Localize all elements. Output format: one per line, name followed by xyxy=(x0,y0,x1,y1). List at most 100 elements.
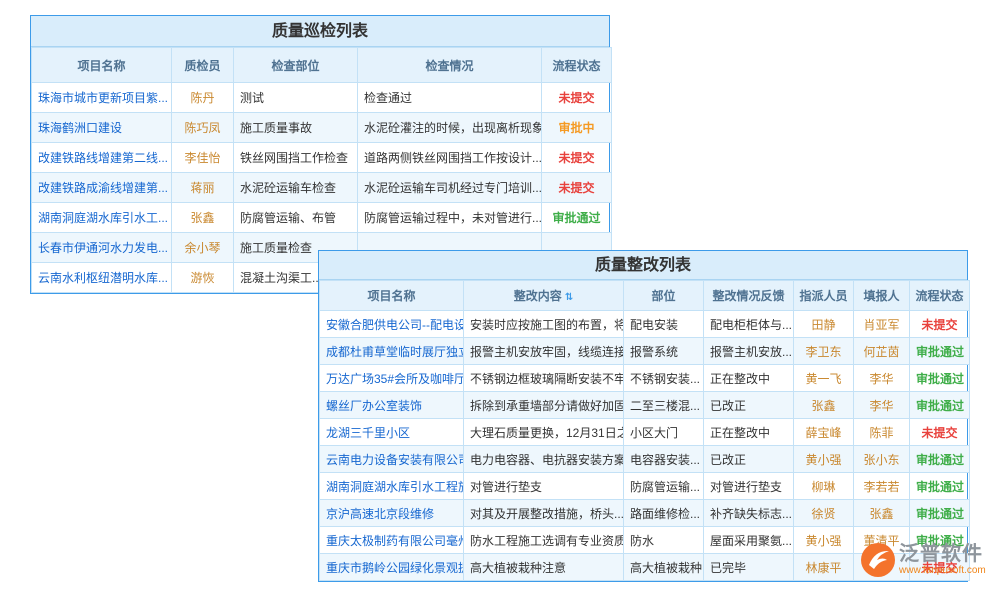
reporter-cell[interactable]: 李若若 xyxy=(854,473,910,500)
status-cell: 审批通过 xyxy=(910,365,970,392)
header-row: 项目名称质检员检查部位检查情况流程状态 xyxy=(32,48,612,83)
assignee-cell[interactable]: 柳琳 xyxy=(794,473,854,500)
inspection-list-title: 质量巡检列表 xyxy=(31,16,609,47)
part-cell: 小区大门 xyxy=(624,419,704,446)
column-header-label: 部位 xyxy=(651,289,675,303)
table-row[interactable]: 珠海市城市更新项目紫...陈丹测试检查通过未提交 xyxy=(32,83,612,113)
status-cell: 审批中 xyxy=(542,113,612,143)
inspector-cell[interactable]: 李佳怡 xyxy=(172,143,234,173)
inspector-cell[interactable]: 余小琴 xyxy=(172,233,234,263)
table-row[interactable]: 安徽合肥供电公司--配电设备...安装时应按施工图的布置，将...配电安装配电柜… xyxy=(320,311,970,338)
page: { "logo": { "brand": "泛普软件", "url": "www… xyxy=(0,0,1000,600)
rectify-content-cell: 不锈钢边框玻璃隔断安装不牢... xyxy=(464,365,624,392)
column-header-label: 整改情况反馈 xyxy=(712,289,784,303)
column-header-label: 整改内容 xyxy=(514,289,562,303)
feedback-cell: 补齐缺失标志... xyxy=(704,500,794,527)
status-cell: 审批通过 xyxy=(910,500,970,527)
column-header-label: 项目名称 xyxy=(367,289,415,303)
inspect-result-cell: 水泥砼灌注的时候，出现离析现象 xyxy=(358,113,542,143)
rectify-content-cell: 电力电容器、电抗器安装方案,... xyxy=(464,446,624,473)
inspect-part-cell: 测试 xyxy=(234,83,358,113)
table-row[interactable]: 云南电力设备安装有限公司20...电力电容器、电抗器安装方案,...电容器安装.… xyxy=(320,446,970,473)
inspect-result-cell: 防腐管运输过程中，未对管进行... xyxy=(358,203,542,233)
assignee-cell[interactable]: 田静 xyxy=(794,311,854,338)
table-row[interactable]: 湖南洞庭湖水库引水工程施工...对管进行垫支防腐管运输...对管进行垫支柳琳李若… xyxy=(320,473,970,500)
rectify-content-cell: 防水工程施工选调有专业资质... xyxy=(464,527,624,554)
assignee-cell[interactable]: 黄小强 xyxy=(794,527,854,554)
column-header-1: 质检员 xyxy=(172,48,234,83)
assignee-cell[interactable]: 李卫东 xyxy=(794,338,854,365)
project-name-cell[interactable]: 重庆太极制药有限公司毫州中... xyxy=(320,527,464,554)
column-header-2: 部位 xyxy=(624,281,704,311)
table-row[interactable]: 改建铁路线增建第二线...李佳怡铁丝网围挡工作检查道路两侧铁丝网围挡工作按设计.… xyxy=(32,143,612,173)
project-name-cell[interactable]: 珠海市城市更新项目紫... xyxy=(32,83,172,113)
inspector-cell[interactable]: 游恢 xyxy=(172,263,234,293)
rectify-content-cell: 安装时应按施工图的布置，将... xyxy=(464,311,624,338)
project-name-cell[interactable]: 京沪高速北京段维修 xyxy=(320,500,464,527)
project-name-cell[interactable]: 成都杜甫草堂临时展厅独立展... xyxy=(320,338,464,365)
assignee-cell[interactable]: 张鑫 xyxy=(794,392,854,419)
header-row: 项目名称整改内容⇅部位整改情况反馈指派人员填报人流程状态 xyxy=(320,281,970,311)
table-row[interactable]: 珠海鹤洲口建设陈巧凤施工质量事故水泥砼灌注的时候，出现离析现象审批中 xyxy=(32,113,612,143)
project-name-cell[interactable]: 重庆市鹅岭公园绿化景观提升... xyxy=(320,554,464,581)
part-cell: 电容器安装... xyxy=(624,446,704,473)
rectify-content-cell: 拆除到承重墙部分请做好加固... xyxy=(464,392,624,419)
fanpu-logo-icon xyxy=(860,542,896,578)
inspector-cell[interactable]: 陈丹 xyxy=(172,83,234,113)
rectify-content-cell: 高大植被栽种注意 xyxy=(464,554,624,581)
reporter-cell[interactable]: 陈菲 xyxy=(854,419,910,446)
column-header-3: 检查情况 xyxy=(358,48,542,83)
project-name-cell[interactable]: 湖南洞庭湖水库引水工... xyxy=(32,203,172,233)
project-name-cell[interactable]: 改建铁路线增建第二线... xyxy=(32,143,172,173)
inspector-cell[interactable]: 张鑫 xyxy=(172,203,234,233)
reporter-cell[interactable]: 何芷茵 xyxy=(854,338,910,365)
project-name-cell[interactable]: 龙湖三千里小区 xyxy=(320,419,464,446)
table-row[interactable]: 万达广场35#会所及咖啡厅空...不锈钢边框玻璃隔断安装不牢...不锈钢安装..… xyxy=(320,365,970,392)
part-cell: 高大植被栽种 xyxy=(624,554,704,581)
table-row[interactable]: 龙湖三千里小区大理石质量更换，12月31日之...小区大门正在整改中薛宝峰陈菲未… xyxy=(320,419,970,446)
part-cell: 配电安装 xyxy=(624,311,704,338)
assignee-cell[interactable]: 黄一飞 xyxy=(794,365,854,392)
feedback-cell: 正在整改中 xyxy=(704,365,794,392)
table-row[interactable]: 湖南洞庭湖水库引水工...张鑫防腐管运输、布管防腐管运输过程中，未对管进行...… xyxy=(32,203,612,233)
reporter-cell[interactable]: 张小东 xyxy=(854,446,910,473)
reporter-cell[interactable]: 肖亚军 xyxy=(854,311,910,338)
assignee-cell[interactable]: 薛宝峰 xyxy=(794,419,854,446)
feedback-cell: 报警主机安放... xyxy=(704,338,794,365)
project-name-cell[interactable]: 珠海鹤洲口建设 xyxy=(32,113,172,143)
status-cell: 审批通过 xyxy=(910,473,970,500)
fanpu-logo[interactable]: 泛普软件 www.fanpusoft.com xyxy=(860,542,986,578)
project-name-cell[interactable]: 长春市伊通河水力发电... xyxy=(32,233,172,263)
status-cell: 未提交 xyxy=(542,143,612,173)
fanpu-logo-url: www.fanpusoft.com xyxy=(899,565,986,577)
assignee-cell[interactable]: 徐贤 xyxy=(794,500,854,527)
column-header-0: 项目名称 xyxy=(320,281,464,311)
project-name-cell[interactable]: 改建铁路成渝线增建第... xyxy=(32,173,172,203)
reporter-cell[interactable]: 李华 xyxy=(854,392,910,419)
project-name-cell[interactable]: 云南电力设备安装有限公司20... xyxy=(320,446,464,473)
fanpu-logo-brand: 泛普软件 xyxy=(899,543,986,565)
sort-icon[interactable]: ⇅ xyxy=(565,292,573,303)
table-row[interactable]: 改建铁路成渝线增建第...蒋丽水泥砼运输车检查水泥砼运输车司机经过专门培训...… xyxy=(32,173,612,203)
inspect-part-cell: 施工质量事故 xyxy=(234,113,358,143)
reporter-cell[interactable]: 李华 xyxy=(854,365,910,392)
table-row[interactable]: 螺丝厂办公室装饰拆除到承重墙部分请做好加固...二至三楼混...已改正张鑫李华审… xyxy=(320,392,970,419)
project-name-cell[interactable]: 螺丝厂办公室装饰 xyxy=(320,392,464,419)
column-header-1[interactable]: 整改内容⇅ xyxy=(464,281,624,311)
part-cell: 防水 xyxy=(624,527,704,554)
project-name-cell[interactable]: 安徽合肥供电公司--配电设备... xyxy=(320,311,464,338)
column-header-4: 流程状态 xyxy=(542,48,612,83)
project-name-cell[interactable]: 湖南洞庭湖水库引水工程施工... xyxy=(320,473,464,500)
project-name-cell[interactable]: 万达广场35#会所及咖啡厅空... xyxy=(320,365,464,392)
inspector-cell[interactable]: 蒋丽 xyxy=(172,173,234,203)
status-cell: 未提交 xyxy=(910,311,970,338)
inspector-cell[interactable]: 陈巧凤 xyxy=(172,113,234,143)
assignee-cell[interactable]: 林康平 xyxy=(794,554,854,581)
status-cell: 未提交 xyxy=(910,419,970,446)
reporter-cell[interactable]: 张鑫 xyxy=(854,500,910,527)
assignee-cell[interactable]: 黄小强 xyxy=(794,446,854,473)
table-row[interactable]: 成都杜甫草堂临时展厅独立展...报警主机安放牢固，线缆连接...报警系统报警主机… xyxy=(320,338,970,365)
inspect-part-cell: 铁丝网围挡工作检查 xyxy=(234,143,358,173)
table-row[interactable]: 京沪高速北京段维修对其及开展整改措施，桥头...路面维修检...补齐缺失标志..… xyxy=(320,500,970,527)
project-name-cell[interactable]: 云南水利枢纽潜明水库... xyxy=(32,263,172,293)
